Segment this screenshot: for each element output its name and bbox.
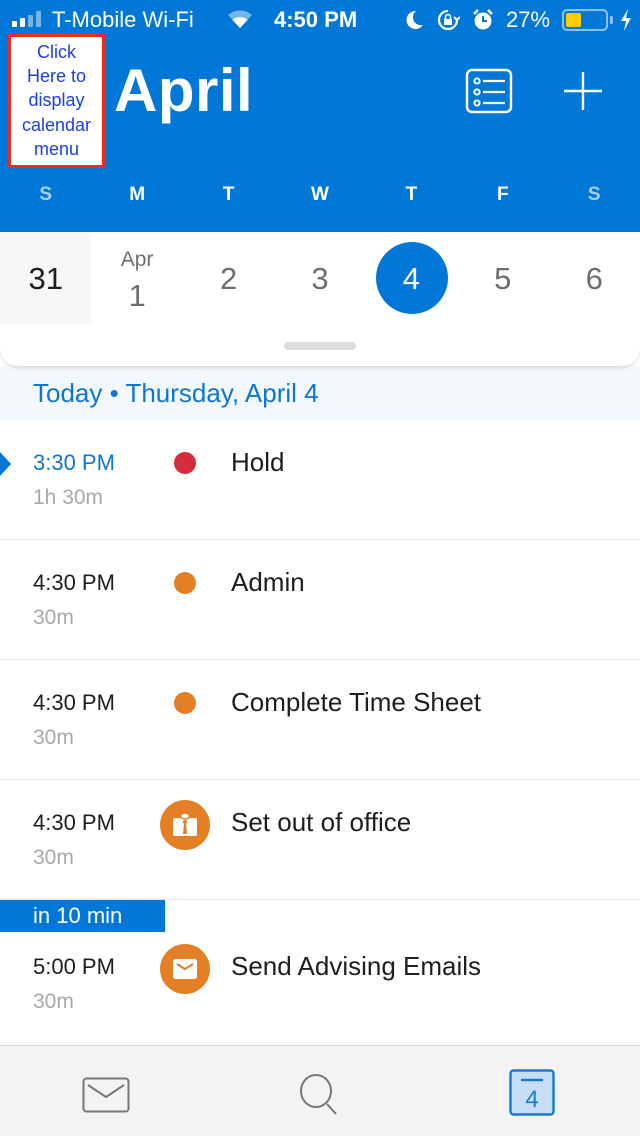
event-list: 3:30 PM 1h 30m Hold 4:30 PM 30m Admin 4:… [0,420,640,1046]
signal-strength-icon [12,11,41,27]
event-duration: 30m [33,846,74,869]
event-item[interactable]: 3:30 PM 1h 30m Hold [0,420,640,540]
agenda-date-header: Today • Thursday, April 4 [0,366,640,420]
plus-icon [564,72,602,110]
calendar-menu-button[interactable]: Click Here to display calendar menu [8,34,105,168]
weekday-labels: S M T W T F S [0,184,640,206]
day-cell[interactable]: 5 [457,232,548,324]
weekday-label: S [39,184,53,205]
charging-bolt-icon [619,8,633,37]
day-cell[interactable]: Apr 1 [91,232,182,324]
current-event-marker [0,452,11,476]
event-time: 4:30 PM [33,690,115,715]
weekday-label: S [587,184,601,205]
add-event-button[interactable] [562,70,604,112]
event-item[interactable]: 4:30 PM 30m Complete Time Sheet [0,660,640,780]
day-number: 2 [219,261,238,296]
list-view-icon [465,68,513,114]
out-of-office-icon [160,800,210,850]
event-title: Admin [231,567,305,597]
event-title: Complete Time Sheet [231,687,482,717]
day-cell[interactable]: 3 [274,232,365,324]
calendar-header: Click Here to display calendar menu Apri… [0,34,640,232]
callout-line: Click [37,42,76,62]
day-number: 1 [128,278,146,313]
event-time: 4:30 PM [33,570,115,595]
day-number: 3 [311,261,329,296]
day-cell[interactable]: 31 [0,232,92,324]
calendar-icon: 4 [509,1069,555,1116]
callout-line: Here to [26,66,87,87]
alarm-icon [472,8,494,37]
tab-bar: 4 [0,1045,640,1136]
event-duration: 1h 30m [33,486,104,509]
event-title: Send Advising Emails [231,951,482,981]
clock: 4:50 PM [274,7,358,32]
calendar-tab-date: 4 [525,1086,538,1113]
mail-icon [82,1077,130,1113]
weekday-label: M [129,184,146,205]
event-duration: 30m [33,726,74,749]
tab-search[interactable] [213,1046,426,1136]
event-duration: 30m [33,606,74,629]
day-number: 5 [494,261,512,296]
battery-level [566,13,582,27]
category-dot-icon [174,452,196,474]
carrier-label: T-Mobile Wi-Fi [52,7,194,32]
battery-percent: 27% [506,7,551,32]
event-time: 5:00 PM [33,954,115,979]
moon-icon [404,9,424,36]
tab-calendar[interactable]: 4 [427,1046,640,1136]
callout-line: menu [33,138,80,159]
callout-line: display [28,90,85,111]
category-dot-icon [174,572,196,594]
weekday-label: W [311,184,329,205]
event-duration: 30m [33,990,74,1013]
month-title[interactable]: April [114,56,253,125]
search-icon [300,1074,337,1115]
day-month-label: Apr [120,248,154,271]
rotation-lock-icon [436,8,461,37]
event-item[interactable]: in 10 min 5:00 PM 30m Send Advising Emai… [0,900,640,1046]
day-cell-selected[interactable]: 4 [366,232,457,324]
day-cell[interactable]: 2 [183,232,274,324]
battery-icon [562,9,608,31]
event-title: Hold [231,447,285,477]
day-number: 4 [402,261,420,296]
callout-line: calendar [21,114,92,135]
wifi-icon [226,8,254,35]
mail-icon [160,944,210,994]
day-number: 6 [585,261,603,296]
starts-soon-badge: in 10 min [0,900,165,932]
event-time: 3:30 PM [33,450,115,475]
event-item[interactable]: 4:30 PM 30m Set out of office [0,780,640,900]
week-strip: 31 Apr 1 2 3 4 5 6 [0,232,640,366]
event-time: 4:30 PM [33,810,115,835]
weekday-label: T [405,184,418,205]
weekday-label: T [222,184,235,205]
event-title: Set out of office [231,807,412,837]
expand-calendar-handle[interactable] [284,342,356,350]
weekday-label: F [497,184,509,205]
category-dot-icon [174,692,196,714]
day-cell[interactable]: 6 [549,232,640,324]
tab-mail[interactable] [0,1046,213,1136]
event-item[interactable]: 4:30 PM 30m Admin [0,540,640,660]
day-number: 31 [28,261,63,296]
agenda-view-button[interactable] [465,68,513,114]
battery-tip [610,16,613,24]
